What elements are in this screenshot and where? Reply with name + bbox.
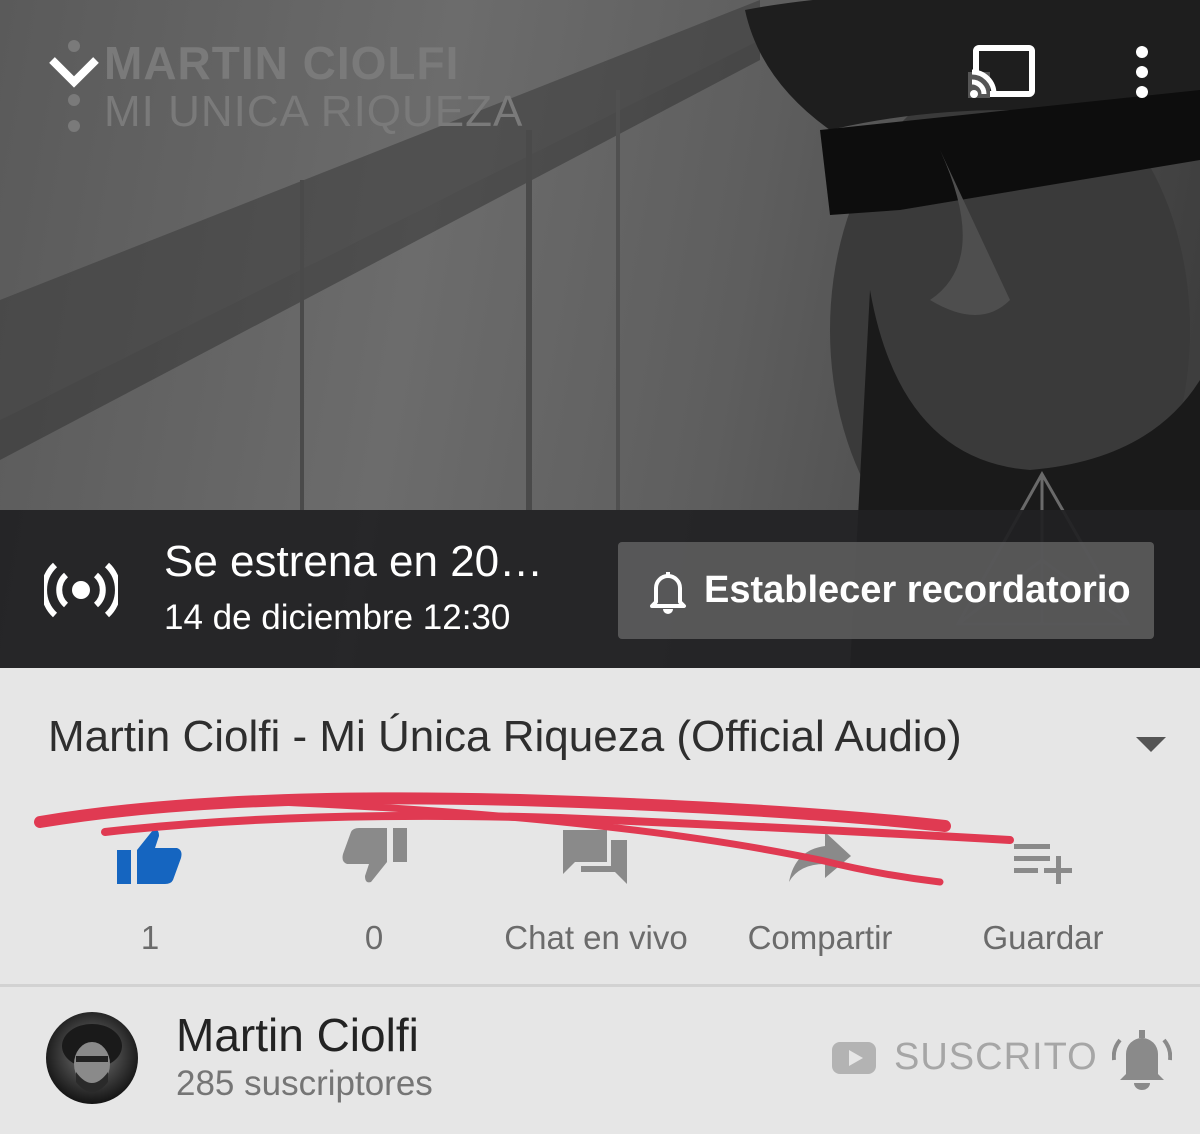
cast-icon [968,45,1035,98]
chevron-down-icon [49,40,99,132]
notification-bell-button[interactable] [1111,1030,1173,1095]
premiere-status: Se estrena en 20… [164,537,544,586]
live-chat-button[interactable]: Chat en vivo [496,826,696,957]
playlist-add-icon [1014,844,1072,884]
share-label: Compartir [747,919,893,956]
video-player[interactable]: MARTIN CIOLFI MI UNICA RIQUEZA Se estren… [0,0,1200,668]
premiere-info: Se estrena en 20… 14 de diciembre 12:30 [164,536,543,638]
like-button[interactable]: 1 [90,826,210,957]
share-button[interactable]: Compartir [730,826,910,957]
thumb-up-icon [117,829,182,884]
cast-button[interactable] [966,42,1038,102]
avatar-image [62,1024,122,1092]
dislike-count: 0 [364,919,384,956]
subscriber-count: 285 suscriptores [176,1064,433,1103]
share-icon [789,832,851,882]
thumb-down-icon [342,828,407,883]
overlay-artist: MARTIN CIOLFI [104,37,460,89]
overlay-song: MI UNICA RIQUEZA [104,87,524,136]
subscribed-button[interactable]: SUSCRITO [832,1036,1098,1079]
video-overlay-title: MARTIN CIOLFI MI UNICA RIQUEZA [104,40,523,134]
video-title[interactable]: Martin Ciolfi - Mi Única Riqueza (Offici… [48,712,962,762]
save-label: Guardar [982,919,1104,956]
subscribed-label: SUSCRITO [894,1036,1098,1078]
chat-icon [563,830,627,884]
expand-description-button[interactable] [1136,737,1166,758]
more-options-button[interactable] [1122,44,1162,100]
set-reminder-button[interactable]: Establecer recordatorio [618,542,1154,639]
save-button[interactable]: Guardar [970,826,1116,957]
premiere-datetime: 14 de diciembre 12:30 [164,598,511,637]
live-chat-label: Chat en vivo [504,919,688,956]
bell-outline-icon [650,571,686,614]
set-reminder-label: Establecer recordatorio [704,569,1131,611]
section-divider [0,984,1200,987]
minimize-button[interactable] [44,40,104,134]
dislike-button[interactable]: 0 [314,826,434,957]
channel-name[interactable]: Martin Ciolfi [176,1008,419,1062]
bell-icon [1111,1030,1173,1090]
youtube-play-icon [832,1041,876,1074]
like-count: 1 [140,919,160,956]
caret-down-icon [1136,737,1166,752]
live-broadcast-icon [44,562,118,618]
channel-avatar[interactable] [46,1012,138,1104]
more-vert-icon [1136,46,1148,98]
